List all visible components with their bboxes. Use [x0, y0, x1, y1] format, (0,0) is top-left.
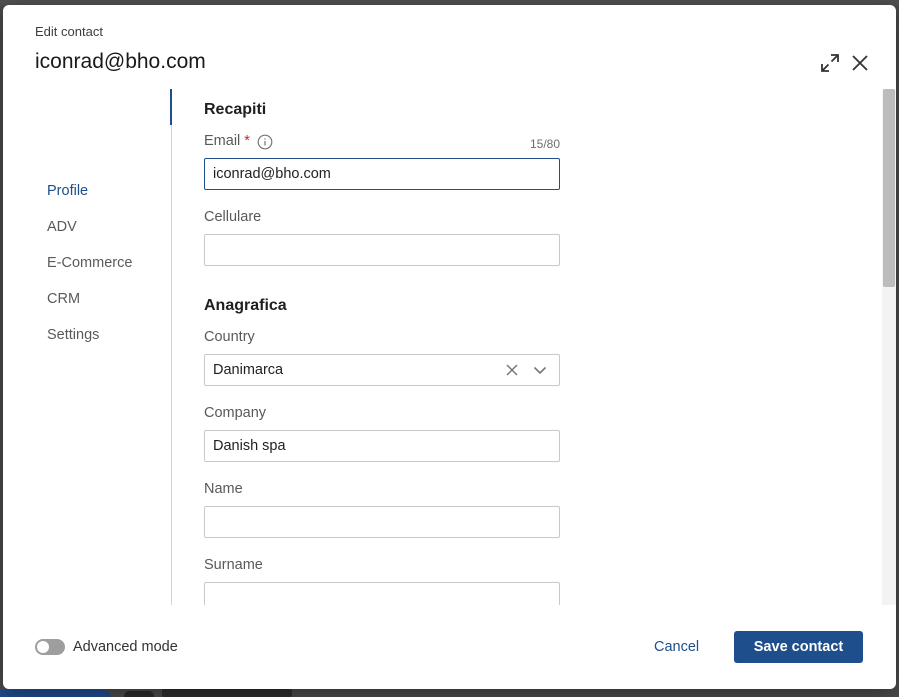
company-field[interactable] — [204, 430, 560, 462]
dialog-title: iconrad@bho.com — [35, 50, 206, 73]
cellulare-label: Cellulare — [204, 209, 262, 225]
country-label: Country — [204, 329, 255, 345]
background-label — [162, 689, 292, 697]
nav-item-profile[interactable]: Profile — [47, 183, 88, 199]
nav-active-indicator — [170, 89, 172, 125]
section-title-anagrafica: Anagrafica — [204, 297, 287, 314]
close-button[interactable] — [846, 49, 874, 77]
section-title-recapiti: Recapiti — [204, 101, 267, 118]
required-marker: * — [244, 133, 250, 149]
surname-field[interactable] — [204, 582, 560, 605]
scrollbar-thumb[interactable] — [883, 89, 895, 287]
dialog-header: Edit contact iconrad@bho.com — [35, 23, 868, 83]
nav-item-e-commerce[interactable]: E-Commerce — [47, 255, 132, 271]
nav-item-crm[interactable]: CRM — [47, 291, 80, 307]
save-contact-button[interactable]: Save contact — [734, 631, 863, 663]
email-char-counter: 15/80 — [529, 137, 560, 151]
clear-icon[interactable] — [504, 362, 520, 378]
info-icon[interactable] — [257, 134, 273, 150]
background-edit-contact-button — [0, 690, 112, 697]
cellulare-field[interactable] — [204, 234, 560, 266]
cancel-button[interactable]: Cancel — [646, 631, 707, 663]
name-field[interactable] — [204, 506, 560, 538]
nav-divider — [171, 89, 172, 605]
chevron-down-icon[interactable] — [532, 362, 548, 378]
dialog-eyebrow: Edit contact — [35, 24, 103, 39]
section-nav: Profile ADV E-Commerce CRM Settings — [3, 89, 173, 605]
name-label: Name — [204, 481, 243, 497]
country-selected-value: Danimarca — [213, 362, 284, 378]
advanced-mode-toggle[interactable] — [35, 639, 65, 655]
email-label-text: Email — [204, 133, 241, 149]
company-label: Company — [204, 405, 267, 421]
profile-form: Recapiti Email * 15/80 Cellulare Anagraf… — [204, 89, 560, 605]
expand-icon — [821, 54, 839, 72]
nav-item-settings[interactable]: Settings — [47, 327, 99, 343]
edit-contact-dialog: Edit contact iconrad@bho.com Profile ADV… — [3, 5, 896, 689]
surname-label: Surname — [204, 557, 263, 573]
advanced-mode-label: Advanced mode — [73, 639, 178, 655]
expand-button[interactable] — [816, 49, 844, 77]
email-field[interactable] — [204, 158, 560, 190]
dialog-footer: Advanced mode Cancel Save contact — [3, 605, 896, 689]
email-label: Email * — [204, 133, 250, 149]
close-icon — [852, 55, 868, 71]
toggle-knob — [37, 641, 49, 653]
nav-item-adv[interactable]: ADV — [47, 219, 77, 235]
background-toggle — [124, 691, 154, 697]
